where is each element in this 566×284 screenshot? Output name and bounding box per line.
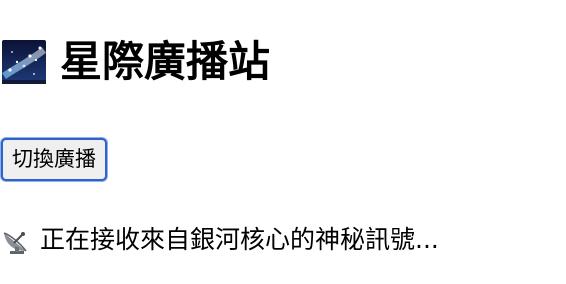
toggle-broadcast-button[interactable]: 切換廣播	[1, 138, 107, 181]
milky-way-icon	[2, 40, 46, 84]
header: 星際廣播站	[0, 34, 270, 90]
page-title: 星際廣播站	[60, 37, 271, 86]
status-message: 正在接收來自銀河核心的神秘訊號...	[40, 225, 439, 254]
satellite-dish-icon	[0, 223, 34, 257]
status-line: 正在接收來自銀河核心的神秘訊號...	[0, 220, 439, 260]
